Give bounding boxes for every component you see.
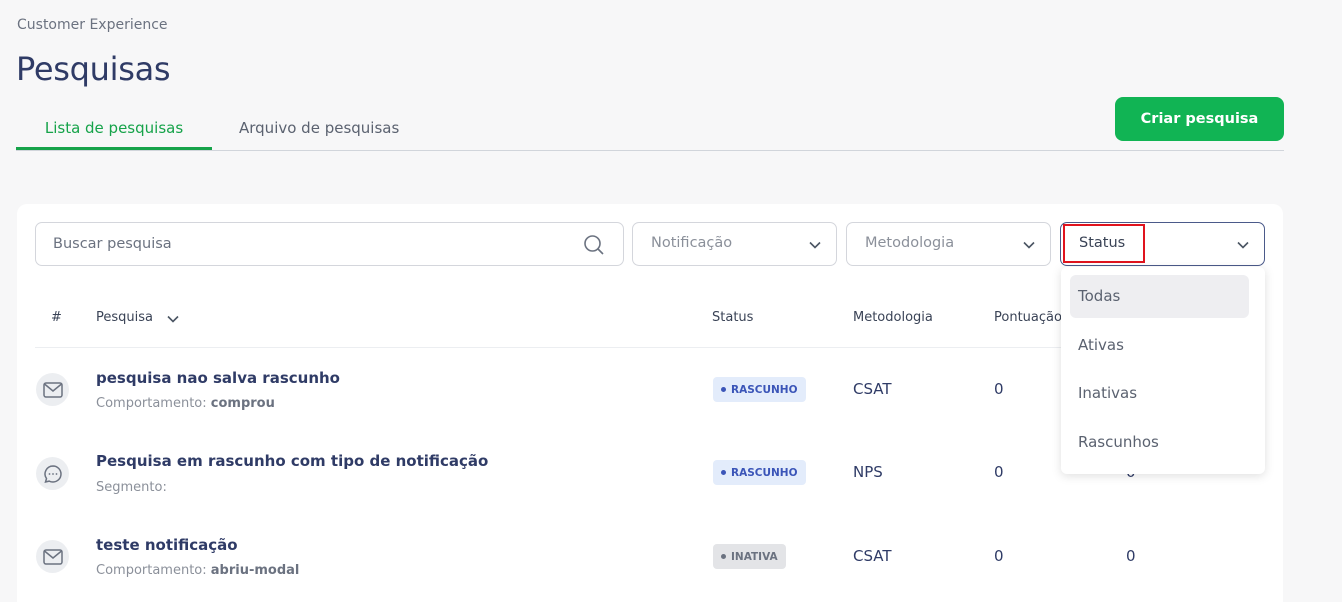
notification-select[interactable]: Notificação: [632, 222, 837, 266]
search-field[interactable]: [35, 222, 624, 266]
row-methodology: CSAT: [853, 380, 892, 398]
status-badge: INATIVA: [713, 544, 786, 569]
row-sub-value: comprou: [210, 396, 275, 411]
status-highlight-box: [1063, 224, 1145, 263]
status-badge-label: RASCUNHO: [731, 383, 798, 396]
create-survey-button[interactable]: Criar pesquisa: [1115, 97, 1284, 141]
status-option-inativas[interactable]: Inativas: [1070, 372, 1249, 415]
table-row-title[interactable]: Pesquisa em rascunho com tipo de notific…: [96, 452, 488, 470]
status-option-ativas[interactable]: Ativas: [1070, 324, 1249, 367]
row-score: 0: [994, 547, 1004, 565]
mail-icon: [36, 540, 69, 573]
tab-bar: Lista de pesquisas Arquivo de pesquisas: [16, 110, 1284, 151]
table-row-subtitle: Comportamento: comprou: [96, 396, 275, 411]
row-extra-value: 0: [1126, 547, 1136, 565]
row-score: 0: [994, 463, 1004, 481]
row-sub-label: Segmento:: [96, 480, 167, 495]
methodology-select[interactable]: Metodologia: [846, 222, 1051, 266]
table-row-title[interactable]: teste notificação: [96, 536, 238, 554]
row-sub-label: Comportamento:: [96, 563, 207, 578]
page-title: Pesquisas: [16, 50, 171, 88]
row-score: 0: [994, 380, 1004, 398]
breadcrumb: Customer Experience: [17, 17, 168, 33]
status-option-todas[interactable]: Todas: [1070, 275, 1249, 318]
column-header-status: Status: [712, 310, 754, 325]
column-header-survey[interactable]: Pesquisa: [96, 310, 153, 325]
tab-survey-list[interactable]: Lista de pesquisas: [16, 119, 212, 150]
search-input[interactable]: [53, 223, 573, 265]
chevron-down-icon: [1023, 241, 1035, 249]
chevron-down-icon: [1237, 241, 1249, 249]
row-methodology: NPS: [853, 463, 883, 481]
chat-icon: [36, 457, 69, 490]
row-sub-value: abriu-modal: [210, 563, 300, 578]
sort-chevron-icon[interactable]: [166, 312, 180, 326]
status-badge: RASCUNHO: [713, 377, 806, 402]
tab-survey-archive[interactable]: Arquivo de pesquisas: [239, 119, 399, 137]
column-header-methodology: Metodologia: [853, 310, 933, 325]
status-badge: RASCUNHO: [713, 460, 806, 485]
chevron-down-icon: [809, 241, 821, 249]
notification-select-label: Notificação: [651, 235, 733, 251]
column-header-score: Pontuação: [994, 310, 1062, 325]
search-icon[interactable]: [582, 233, 606, 257]
column-header-hash: #: [51, 310, 62, 325]
status-badge-label: INATIVA: [731, 550, 778, 563]
table-row-subtitle: Comportamento: abriu-modal: [96, 563, 299, 578]
table-row-subtitle: Segmento:: [96, 480, 167, 495]
row-sub-label: Comportamento:: [96, 396, 207, 411]
table-row-title[interactable]: pesquisa nao salva rascunho: [96, 369, 340, 387]
methodology-select-label: Metodologia: [865, 235, 955, 251]
mail-icon: [36, 373, 69, 406]
status-badge-label: RASCUNHO: [731, 466, 798, 479]
status-option-rascunhos[interactable]: Rascunhos: [1070, 421, 1249, 464]
status-dropdown-menu: Todas Ativas Inativas Rascunhos: [1061, 267, 1265, 474]
row-methodology: CSAT: [853, 547, 892, 565]
